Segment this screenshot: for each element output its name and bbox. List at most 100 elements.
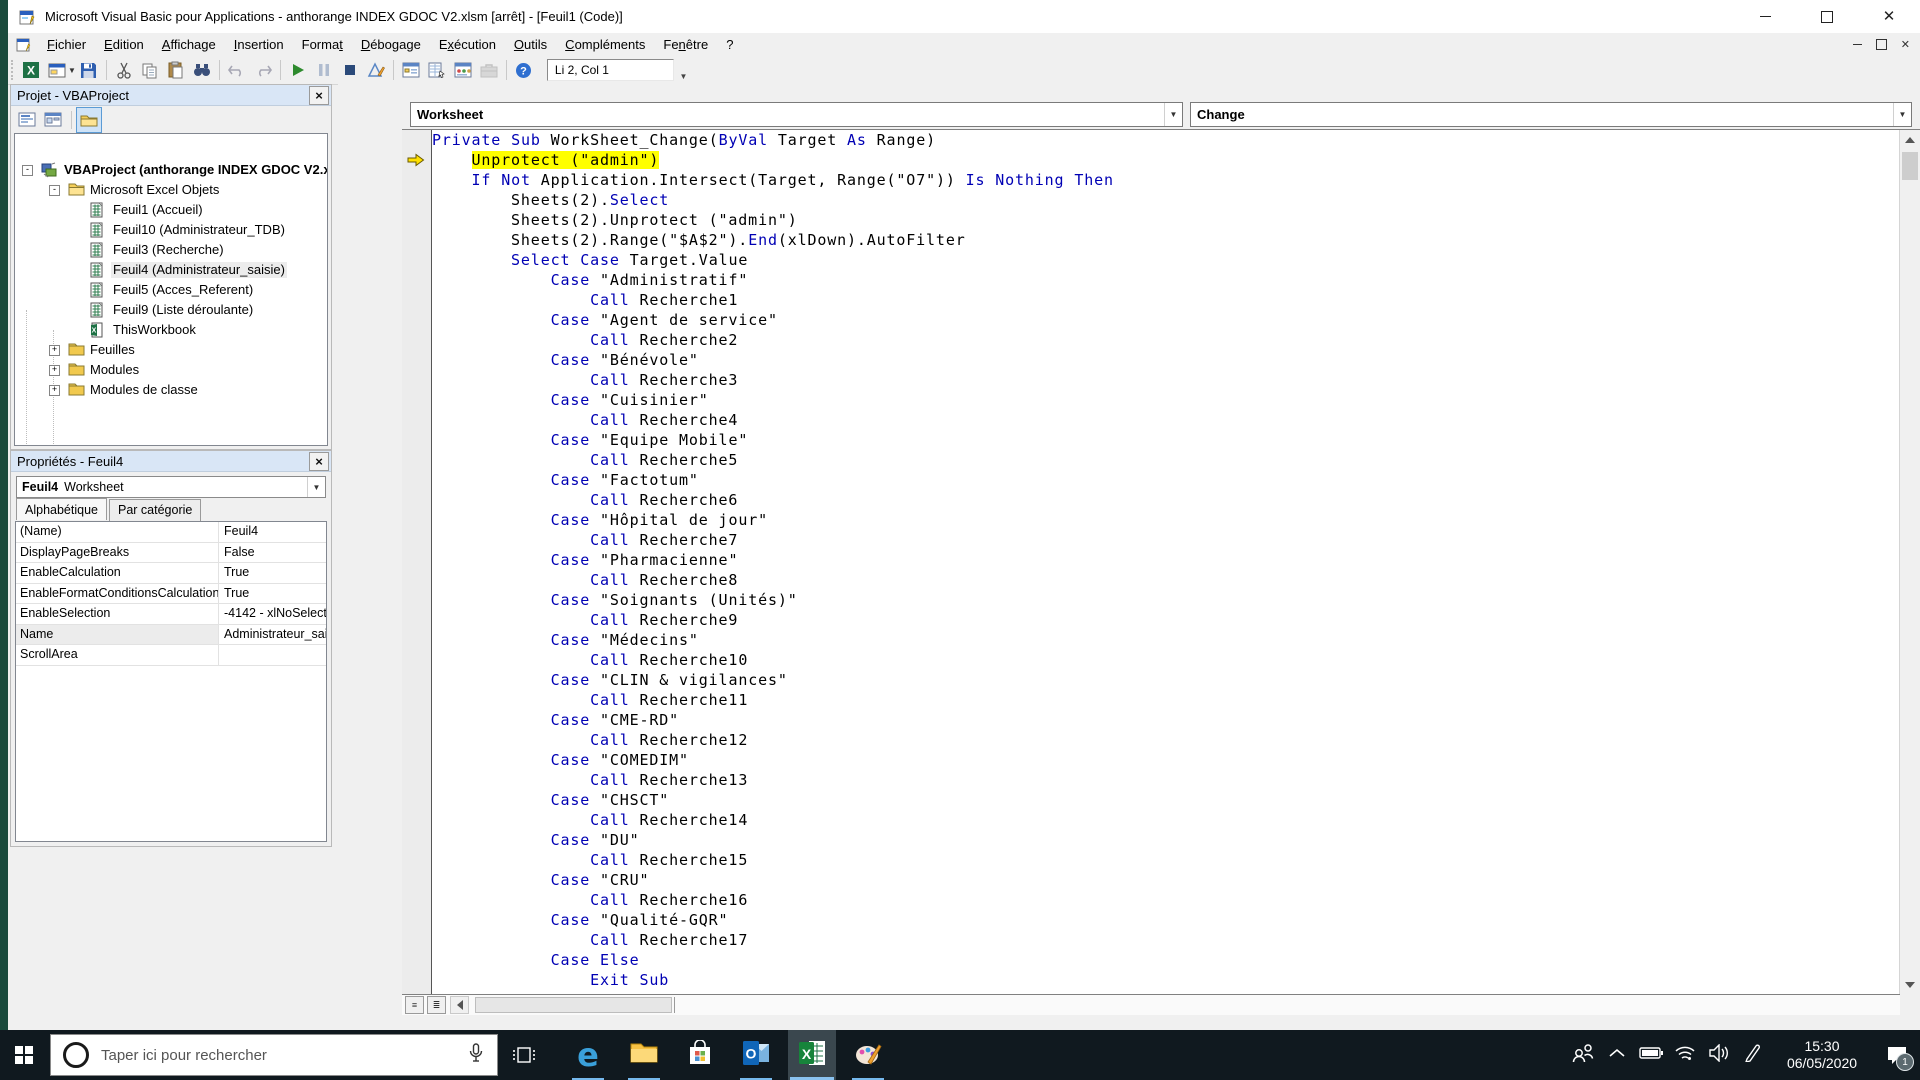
break-button[interactable] xyxy=(312,58,336,82)
code-margin-bar[interactable] xyxy=(402,130,432,995)
tab-par-catégorie[interactable]: Par catégorie xyxy=(108,499,202,521)
property-value[interactable]: True xyxy=(219,563,326,583)
property-value[interactable]: Feuil4 xyxy=(219,522,326,542)
code-editor[interactable]: Private Sub WorkSheet_Change(ByVal Targe… xyxy=(432,130,1900,995)
maximize-button[interactable] xyxy=(1796,0,1858,33)
taskbar-clock[interactable]: 15:30 06/05/2020 xyxy=(1770,1038,1874,1072)
child-restore-icon[interactable] xyxy=(1875,39,1887,50)
property-row-enablecalculation[interactable]: EnableCalculation True xyxy=(16,563,326,584)
chevron-down-icon[interactable]: ▼ xyxy=(1893,103,1911,126)
full-module-view-icon[interactable]: ≣ xyxy=(427,996,446,1014)
close-button[interactable]: ✕ xyxy=(1858,0,1920,33)
property-row-displaypagebreaks[interactable]: DisplayPageBreaks False xyxy=(16,542,326,563)
task-view-button[interactable] xyxy=(500,1030,548,1080)
taskbar-app-paint3d[interactable] xyxy=(844,1030,892,1080)
reset-button[interactable] xyxy=(338,58,362,82)
tree-item-microsoft-excel-objets[interactable]: - Microsoft Excel Objets xyxy=(15,180,327,200)
toolbar-grip[interactable] xyxy=(11,60,18,80)
procedure-dropdown[interactable]: Change ▼ xyxy=(1190,102,1912,127)
expand-icon[interactable]: + xyxy=(49,385,60,396)
collapse-icon[interactable]: - xyxy=(49,185,60,196)
tab-alphabétique[interactable]: Alphabétique xyxy=(16,498,107,520)
menu-fen-tre[interactable]: Fenêtre xyxy=(654,35,717,54)
splitter-handle[interactable] xyxy=(674,997,675,1013)
property-value[interactable]: True xyxy=(219,584,326,604)
property-value[interactable]: -4142 - xlNoSelection xyxy=(219,604,326,624)
design-mode-button[interactable] xyxy=(364,58,388,82)
menu-?[interactable]: ? xyxy=(717,35,742,54)
tree-item-feuilles[interactable]: + Feuilles xyxy=(15,340,327,360)
start-button[interactable] xyxy=(0,1030,48,1080)
taskbar-search[interactable]: Taper ici pour rechercher xyxy=(50,1034,498,1076)
child-minimize-icon[interactable] xyxy=(1852,44,1862,45)
copy-button[interactable] xyxy=(138,58,162,82)
menu-compl-ments[interactable]: Compléments xyxy=(556,35,654,54)
insert-userform-button[interactable] xyxy=(45,58,69,82)
microphone-icon[interactable] xyxy=(469,1042,483,1068)
object-browser-button[interactable] xyxy=(451,58,475,82)
scroll-down-icon[interactable] xyxy=(1900,975,1920,995)
chevron-down-icon[interactable]: ▼ xyxy=(68,66,76,75)
tree-item-feuil1-accueil[interactable]: Feuil1 (Accueil) xyxy=(15,200,327,220)
property-row-enableformatconditionscalculation[interactable]: EnableFormatConditionsCalculation True xyxy=(16,583,326,604)
tree-item-modules-de-classe[interactable]: + Modules de classe xyxy=(15,380,327,400)
toolbox-button[interactable] xyxy=(477,58,501,82)
menu-outils[interactable]: Outils xyxy=(505,35,556,54)
project-panel-close-icon[interactable]: × xyxy=(309,86,329,105)
taskbar-app-store[interactable] xyxy=(676,1030,724,1080)
property-row-scrollarea[interactable]: ScrollArea xyxy=(16,645,326,666)
property-row-name[interactable]: (Name) Feuil4 xyxy=(16,522,326,543)
menu-d-bogage[interactable]: Débogage xyxy=(352,35,430,54)
menu-affichage[interactable]: Affichage xyxy=(153,35,225,54)
child-close-icon[interactable]: ✕ xyxy=(1901,38,1910,51)
menu-format[interactable]: Format xyxy=(293,35,352,54)
tray-volume-button[interactable] xyxy=(1702,1030,1736,1080)
undo-button[interactable] xyxy=(225,58,249,82)
redo-button[interactable] xyxy=(251,58,275,82)
tray-battery-button[interactable] xyxy=(1634,1030,1668,1080)
taskbar-app-outlook[interactable]: O xyxy=(732,1030,780,1080)
tray-people-button[interactable] xyxy=(1566,1030,1600,1080)
tray-pen-button[interactable] xyxy=(1736,1030,1770,1080)
tree-item-feuil9-liste-d-roulante[interactable]: Feuil9 (Liste déroulante) xyxy=(15,300,327,320)
horizontal-scrollbar[interactable]: ≡ ≣ xyxy=(402,994,1900,1015)
object-dropdown[interactable]: Worksheet ▼ xyxy=(410,102,1183,127)
properties-object-selector[interactable]: Feuil4 Worksheet ▼ xyxy=(16,476,326,498)
run-button[interactable] xyxy=(286,58,310,82)
toggle-folders-icon[interactable] xyxy=(76,107,102,133)
property-row-enableselection[interactable]: EnableSelection-4142 - xlNoSelection xyxy=(16,604,326,625)
scroll-left-icon[interactable] xyxy=(450,996,469,1014)
view-excel-button[interactable]: X xyxy=(19,58,43,82)
horizontal-scrollbar-thumb[interactable] xyxy=(475,997,672,1013)
view-object-icon[interactable] xyxy=(41,108,65,132)
collapse-icon[interactable]: - xyxy=(22,165,33,176)
tray-wifi-button[interactable] xyxy=(1668,1030,1702,1080)
property-value[interactable] xyxy=(219,645,326,665)
paste-button[interactable] xyxy=(164,58,188,82)
tree-item-modules[interactable]: + Modules xyxy=(15,360,327,380)
taskbar-app-explorer[interactable] xyxy=(620,1030,668,1080)
tree-item-feuil10-administrateur-tdb[interactable]: Feuil10 (Administrateur_TDB) xyxy=(15,220,327,240)
property-row-name[interactable]: NameAdministrateur_saisie xyxy=(16,624,326,645)
chevron-down-icon[interactable]: ▼ xyxy=(307,477,325,497)
project-explorer-button[interactable] xyxy=(399,58,423,82)
procedure-view-icon[interactable]: ≡ xyxy=(405,996,424,1014)
expand-icon[interactable]: + xyxy=(49,365,60,376)
properties-panel-close-icon[interactable]: × xyxy=(309,452,329,471)
properties-window-button[interactable] xyxy=(425,58,449,82)
tree-item-feuil3-recherche[interactable]: Feuil3 (Recherche) xyxy=(15,240,327,260)
view-code-icon[interactable] xyxy=(15,108,39,132)
property-value[interactable]: Administrateur_saisie xyxy=(219,625,326,645)
tree-item-feuil4-administrateur-saisie[interactable]: Feuil4 (Administrateur_saisie) xyxy=(15,260,327,280)
tree-item-feuil5-acces-referent[interactable]: Feuil5 (Acces_Referent) xyxy=(15,280,327,300)
scroll-up-icon[interactable] xyxy=(1900,130,1920,150)
help-button[interactable]: ? xyxy=(512,58,536,82)
chevron-down-icon[interactable]: ▼ xyxy=(1164,103,1182,126)
menu-edition[interactable]: Edition xyxy=(95,35,153,54)
vertical-scrollbar[interactable] xyxy=(1899,130,1920,995)
vertical-scrollbar-thumb[interactable] xyxy=(1902,152,1918,180)
taskbar-app-edge[interactable]: e xyxy=(564,1030,612,1080)
minimize-button[interactable] xyxy=(1734,0,1796,33)
action-center-button[interactable]: 1 xyxy=(1874,1030,1920,1080)
taskbar-app-excel[interactable]: X xyxy=(788,1030,836,1080)
